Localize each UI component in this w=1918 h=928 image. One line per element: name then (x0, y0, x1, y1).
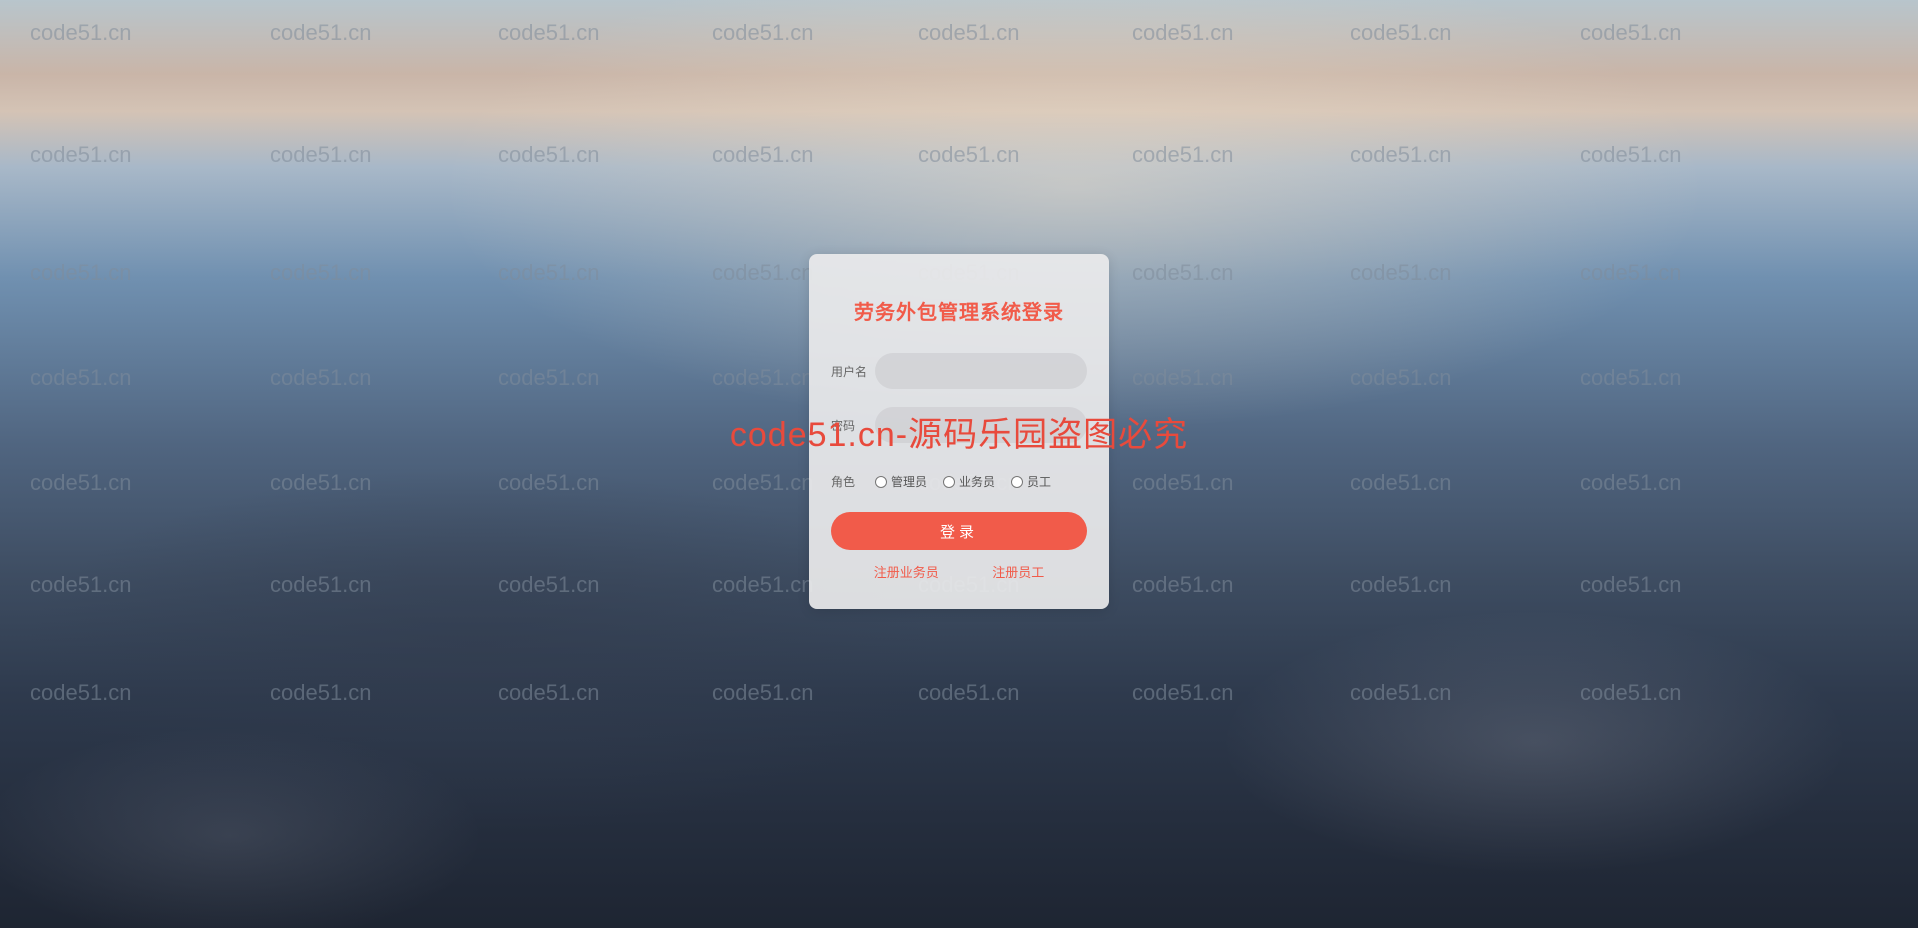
watermark-text: code51.cn (498, 470, 600, 496)
username-input[interactable] (875, 353, 1087, 389)
watermark-text: code51.cn (1350, 572, 1452, 598)
watermark-text: code51.cn (1132, 142, 1234, 168)
watermark-text: code51.cn (30, 680, 132, 706)
password-input[interactable] (875, 407, 1087, 443)
role-row: 角色 管理员 业务员 员工 (831, 473, 1087, 490)
watermark-text: code51.cn (1132, 680, 1234, 706)
watermark-text: code51.cn (712, 572, 814, 598)
role-option-worker[interactable]: 员工 (1011, 473, 1051, 490)
watermark-text: code51.cn (30, 142, 132, 168)
watermark-text: code51.cn (712, 260, 814, 286)
watermark-text: code51.cn (712, 142, 814, 168)
watermark-text: code51.cn (712, 470, 814, 496)
password-row: 密码 (831, 407, 1087, 443)
watermark-text: code51.cn (1350, 20, 1452, 46)
watermark-text: code51.cn (30, 20, 132, 46)
role-option-agent[interactable]: 业务员 (943, 473, 995, 490)
watermark-text: code51.cn (270, 470, 372, 496)
watermark-text: code51.cn (1580, 572, 1682, 598)
role-radio-agent[interactable] (943, 476, 955, 488)
register-agent-link[interactable]: 注册业务员 (874, 562, 939, 581)
watermark-text: code51.cn (1132, 20, 1234, 46)
login-title: 劳务外包管理系统登录 (831, 296, 1087, 325)
watermark-text: code51.cn (30, 260, 132, 286)
watermark-text: code51.cn (1350, 470, 1452, 496)
watermark-text: code51.cn (1350, 680, 1452, 706)
watermark-text: code51.cn (498, 365, 600, 391)
watermark-text: code51.cn (498, 142, 600, 168)
password-label: 密码 (831, 417, 875, 434)
watermark-text: code51.cn (918, 142, 1020, 168)
watermark-text: code51.cn (498, 572, 600, 598)
watermark-text: code51.cn (1350, 142, 1452, 168)
role-radio-agent-label: 业务员 (959, 473, 995, 490)
watermark-text: code51.cn (1132, 260, 1234, 286)
role-option-admin[interactable]: 管理员 (875, 473, 927, 490)
watermark-text: code51.cn (918, 20, 1020, 46)
watermark-text: code51.cn (918, 680, 1020, 706)
watermark-text: code51.cn (1132, 470, 1234, 496)
role-radio-admin-label: 管理员 (891, 473, 927, 490)
watermark-text: code51.cn (498, 20, 600, 46)
role-radio-worker[interactable] (1011, 476, 1023, 488)
watermark-text: code51.cn (270, 20, 372, 46)
watermark-text: code51.cn (1132, 572, 1234, 598)
watermark-text: code51.cn (270, 572, 372, 598)
watermark-text: code51.cn (270, 365, 372, 391)
watermark-text: code51.cn (498, 260, 600, 286)
watermark-text: code51.cn (30, 470, 132, 496)
watermark-text: code51.cn (712, 365, 814, 391)
login-card: 劳务外包管理系统登录 用户名 密码 角色 管理员 业务员 员工 登录 注册业务员… (809, 254, 1109, 609)
username-label: 用户名 (831, 363, 875, 380)
watermark-text: code51.cn (1350, 365, 1452, 391)
register-worker-link[interactable]: 注册员工 (992, 562, 1044, 581)
role-radio-worker-label: 员工 (1027, 473, 1051, 490)
watermark-text: code51.cn (1580, 470, 1682, 496)
watermark-text: code51.cn (1580, 142, 1682, 168)
login-button[interactable]: 登录 (831, 512, 1087, 550)
role-label: 角色 (831, 473, 875, 490)
role-radio-admin[interactable] (875, 476, 887, 488)
watermark-text: code51.cn (1580, 680, 1682, 706)
username-row: 用户名 (831, 353, 1087, 389)
watermark-text: code51.cn (1350, 260, 1452, 286)
watermark-text: code51.cn (30, 365, 132, 391)
register-links-row: 注册业务员 注册员工 (831, 562, 1087, 581)
watermark-text: code51.cn (1132, 365, 1234, 391)
watermark-text: code51.cn (270, 142, 372, 168)
watermark-text: code51.cn (1580, 260, 1682, 286)
watermark-text: code51.cn (1580, 20, 1682, 46)
watermark-text: code51.cn (498, 680, 600, 706)
watermark-text: code51.cn (712, 680, 814, 706)
watermark-text: code51.cn (1580, 365, 1682, 391)
watermark-text: code51.cn (712, 20, 814, 46)
watermark-text: code51.cn (270, 260, 372, 286)
watermark-text: code51.cn (270, 680, 372, 706)
watermark-text: code51.cn (30, 572, 132, 598)
